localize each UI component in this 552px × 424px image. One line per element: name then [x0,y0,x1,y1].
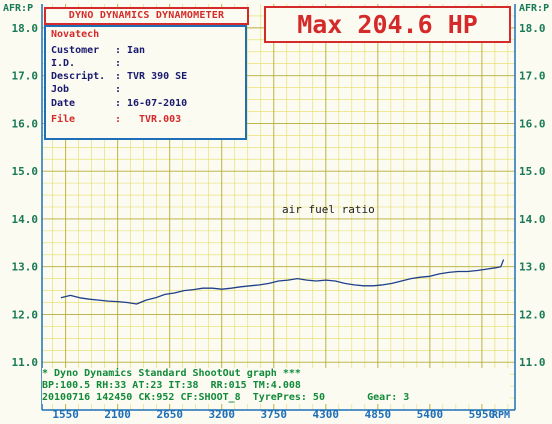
info-sep: : [115,84,122,95]
dyno-chart-page: 11.0 11.0 12.0 12.0 13.0 13.0 14.0 14.0 15.0 15.0… [0,0,552,421]
x-tick-label: 4850 [365,408,392,420]
info-row-file: File: TVR.003 [51,114,181,126]
y-tick-label-right: 16.0 [519,117,546,130]
annotation-air-fuel-ratio: air fuel ratio [282,203,375,216]
y-tick-label-right: 14.0 [519,213,546,226]
series-line-air-fuel-ratio [60,259,505,305]
x-tick-label: 3750 [261,408,288,420]
file-sep: : [115,114,122,125]
annotations: air fuel ratio [282,203,375,216]
info-row-date: Date:16-07-2010 [51,98,187,110]
info-row-id: I.D.: [51,58,127,70]
y-tick-label-left: 16.0 [12,117,39,130]
info-value: 16-07-2010 [127,98,188,109]
y-tick-label-left: 17.0 [12,70,39,83]
info-value: Ian [127,45,146,56]
y-tick-label-left: 12.0 [12,308,39,321]
x-tick-label: 4300 [313,408,340,420]
footer-line-run-info: 20100716 142450 CK:952 CF:SHOOT_8 TyrePr… [42,392,410,403]
y-tick-label-left: 15.0 [12,165,39,178]
info-row-description: Descript.: TVR 390 SE [51,71,187,83]
info-row-job: Job: [51,84,127,96]
y-tick-label-right: 12.0 [519,308,546,321]
info-row-customer: Customer: Ian [51,45,145,57]
company-name: Novatech [51,29,100,40]
y-tick-label-right: 17.0 [519,70,546,83]
series-layer [60,259,505,305]
x-axis-title: RPM [492,410,510,420]
info-sep: : [115,45,122,56]
y-tick-label-right: 13.0 [519,261,546,274]
x-tick-label: 1550 [52,408,79,420]
info-sep: : [115,98,122,109]
y-tick-label-left: 13.0 [12,261,39,274]
info-sep: : [115,71,122,82]
info-label: Date [51,98,76,109]
info-sep: : [115,58,122,69]
y-tick-label-right: 15.0 [519,165,546,178]
max-power-box: Max 204.6 HP [264,6,511,43]
x-tick-label: 3200 [208,408,235,420]
y-axis-title-right: AFR:P [519,3,549,14]
x-tick-label: 2100 [104,408,131,420]
test-conditions-footer: * Dyno Dynamics Standard ShootOut graph … [42,368,510,404]
file-label: File [51,114,76,125]
y-tick-label-left: 14.0 [12,213,39,226]
info-label: Job [51,84,70,95]
y-tick-label-right: 18.0 [519,22,546,35]
max-power-label: Max 204.6 HP [297,10,478,39]
footer-line-conditions: BP:100.5 RH:33 AT:23 IT:38 RR:015 TM:4.0… [42,380,301,391]
info-label: I.D. [51,58,76,69]
customer-info-box: Novatech Customer: Ian I.D.: Descript.: TV… [44,25,247,140]
y-tick-label-left: 18.0 [12,22,39,35]
info-label: Descript. [51,71,106,82]
footer-line-graph-type: * Dyno Dynamics Standard ShootOut graph … [42,368,301,379]
y-axis-title-left: AFR:P [3,3,33,14]
info-value: TVR 390 SE [127,71,188,82]
dyno-title-box: DYNO DYNAMICS DYNAMOMETER [44,7,249,25]
file-value: TVR.003 [139,114,182,125]
dyno-title: DYNO DYNAMICS DYNAMOMETER [68,10,225,21]
x-tick-label: 2650 [156,408,183,420]
info-label: Customer [51,45,100,56]
y-tick-label-left: 11.0 [12,356,39,369]
x-tick-label: 5400 [417,408,444,420]
y-tick-label-right: 11.0 [519,356,546,369]
